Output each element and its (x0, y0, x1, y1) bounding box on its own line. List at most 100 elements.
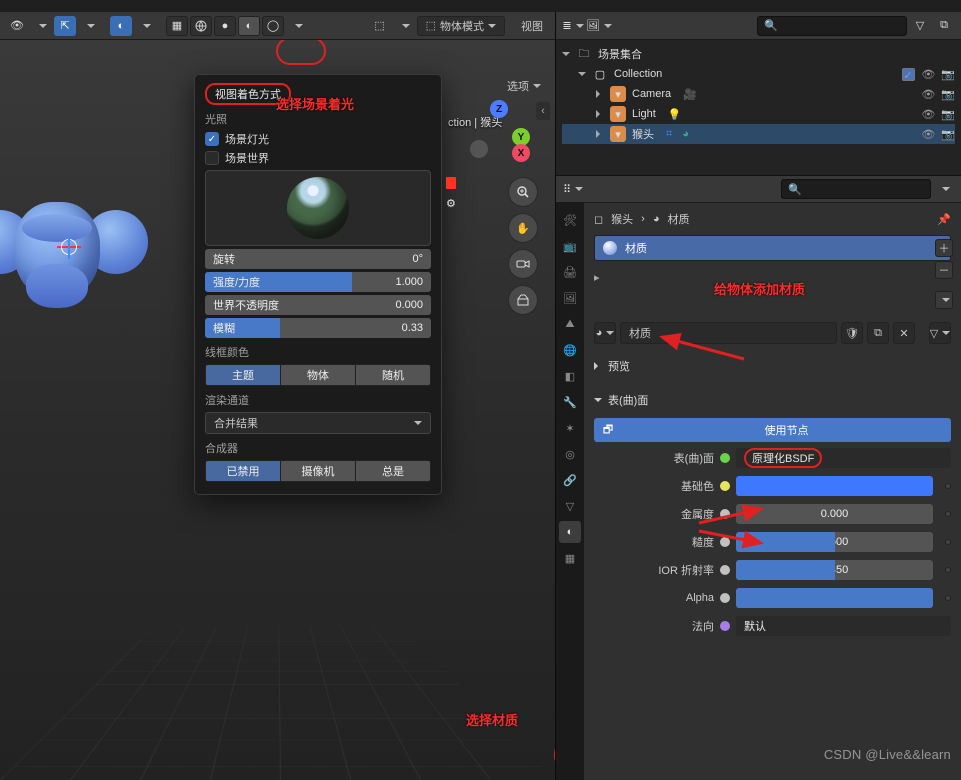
world-opacity-slider[interactable]: 世界不透明度0.000 (205, 295, 431, 315)
pan-icon[interactable]: ✋ (509, 214, 537, 242)
wire-color-group[interactable]: 主题 物体 随机 (205, 364, 431, 386)
breadcrumb: ◻猴头›◕材质 📌 (594, 211, 951, 227)
tab-constraint-icon[interactable]: 🔗 (559, 469, 581, 491)
npanel-collapse[interactable]: ‹ (536, 102, 550, 120)
intensity-slider[interactable]: 强度/力度1.000 (205, 272, 431, 292)
tab-physics-icon[interactable]: ◎ (559, 443, 581, 465)
outliner-item[interactable]: 猴头 (632, 126, 654, 142)
eye-icon[interactable]: 👁 (921, 108, 935, 121)
blur-slider[interactable]: 模糊0.33 (205, 318, 431, 338)
select-tool-icon[interactable]: ⇱ (54, 16, 76, 36)
ortho-toggle-icon[interactable] (509, 286, 537, 314)
tab-texture-icon[interactable]: ▦ (559, 547, 581, 569)
render-pass-dropdown[interactable]: 合并结果 (205, 412, 431, 434)
outliner-item[interactable]: Camera (632, 88, 671, 100)
outliner-search-input[interactable]: 🔍 (757, 16, 907, 36)
tab-material-icon[interactable]: ◐ (559, 521, 581, 543)
camera-view-icon[interactable] (509, 250, 537, 278)
fake-user-icon[interactable]: 🛡 (841, 322, 863, 344)
tab-viewlayer-icon[interactable]: 🖼 (559, 287, 581, 309)
duplicate-icon[interactable]: ⧉ (867, 322, 889, 344)
tab-modifier-icon[interactable]: 🔧 (559, 391, 581, 413)
material-slot[interactable]: 材质 (594, 235, 951, 261)
shader-dropdown[interactable]: 原理化BSDF (736, 448, 951, 468)
tab-data-icon[interactable]: ▽ (559, 495, 581, 517)
3d-viewport[interactable]: 选项 ction | 猴头 ‹ ✋ 视图着色方式 光照 ✓场景灯光 场景世界 ⚙ (0, 40, 555, 780)
pin-icon[interactable]: 📌 (937, 213, 951, 226)
outliner[interactable]: 🗀场景集合 ▢Collection ✓👁📷 ▾Camera🎥 👁📷 ▾Light… (556, 40, 961, 175)
light-data-icon: 💡 (668, 108, 682, 121)
select-dropdown[interactable] (78, 16, 100, 36)
value-socket-icon[interactable] (720, 593, 730, 603)
shading-dropdown[interactable] (286, 16, 308, 36)
shading-wire-icon[interactable] (190, 16, 212, 36)
shading-solid-icon[interactable]: ● (214, 16, 236, 36)
visibility-dropdown[interactable] (30, 16, 52, 36)
render-icon[interactable]: 📷 (941, 108, 955, 121)
material-data-icon: ◕ (682, 128, 689, 140)
compositor-group[interactable]: 已禁用 摄像机 总是 (205, 460, 431, 482)
new-collection-icon[interactable]: ⧉ (933, 16, 955, 36)
render-icon[interactable]: 📷 (941, 128, 955, 141)
gizmo-dropdown[interactable] (134, 16, 156, 36)
scene-world-checkbox[interactable]: 场景世界 (205, 150, 431, 166)
rotate-slider[interactable]: 旋转0° (205, 249, 431, 269)
comp-always: 总是 (356, 461, 430, 481)
tab-render-icon[interactable]: 📺 (559, 235, 581, 257)
shader-socket-icon[interactable] (720, 453, 730, 463)
eye-icon[interactable]: 👁 (921, 68, 935, 81)
normal-dropdown[interactable]: 默认 (736, 616, 951, 636)
gear-icon[interactable]: ⚙ (446, 197, 456, 210)
toggle-visibility-icon[interactable]: 👁 (6, 16, 28, 36)
props-options-icon[interactable] (933, 179, 955, 199)
overlay-icon[interactable]: ▦ (166, 16, 188, 36)
alpha-slider[interactable]: 1.000 (736, 588, 933, 608)
props-search-input[interactable]: 🔍 (781, 179, 931, 199)
gizmo-toggle-icon[interactable]: ◐ (110, 16, 132, 36)
camera-icon: ▾ (610, 86, 626, 102)
tab-tool-icon[interactable]: 🛠 (559, 209, 581, 231)
slot-menu-button[interactable] (935, 291, 953, 309)
outliner-type-icon[interactable]: ≣ (562, 16, 584, 36)
tab-scene-icon[interactable]: ⛰ (559, 313, 581, 335)
base-color-swatch[interactable] (736, 476, 933, 496)
zoom-icon[interactable] (509, 178, 537, 206)
filter-icon[interactable]: ▽ (909, 16, 931, 36)
shading-render-icon[interactable]: ◯ (262, 16, 284, 36)
outliner-item[interactable]: Light (632, 108, 656, 120)
props-type-icon[interactable]: ⠿ (562, 179, 584, 199)
panel-preview[interactable]: 预览 (594, 354, 951, 378)
ior-slider[interactable]: 1.450 (736, 560, 933, 580)
eye-icon[interactable]: 👁 (921, 128, 935, 141)
unlink-icon[interactable]: ✕ (893, 322, 915, 344)
exclude-checkbox[interactable]: ✓ (902, 68, 915, 81)
menu-view[interactable]: 视图 (515, 18, 549, 34)
axis-gizmo[interactable] (468, 100, 530, 162)
annotation-1: 选择场景着光 (276, 94, 354, 113)
hdri-preview[interactable]: ⚙ (205, 170, 431, 246)
shading-matprev-icon[interactable]: ◐ (238, 16, 260, 36)
3d-cursor-icon (57, 235, 81, 259)
value-socket-icon[interactable] (720, 565, 730, 575)
eye-icon[interactable]: 👁 (921, 88, 935, 101)
tab-particles-icon[interactable]: ✶ (559, 417, 581, 439)
material-browse-icon[interactable]: ◕ (594, 322, 616, 344)
add-slot-button[interactable]: ＋ (935, 239, 953, 257)
render-icon[interactable]: 📷 (941, 68, 955, 81)
use-nodes-button[interactable]: 🗗使用节点 (594, 418, 951, 442)
tab-world-icon[interactable]: 🌐 (559, 339, 581, 361)
color-socket-icon[interactable] (720, 481, 730, 491)
node-menu-icon[interactable]: ▽ (929, 322, 951, 344)
tab-output-icon[interactable]: 🖨 (559, 261, 581, 283)
render-icon[interactable]: 📷 (941, 88, 955, 101)
remove-slot-button[interactable]: － (935, 261, 953, 279)
editor-type-icon[interactable]: ⬚ (369, 16, 391, 36)
mode-selector[interactable]: ⬚物体模式 (417, 16, 505, 36)
options-dropdown[interactable]: 选项 (499, 76, 549, 96)
tab-object-icon[interactable]: ◧ (559, 365, 581, 387)
vector-socket-icon[interactable] (720, 621, 730, 631)
render-pass-heading: 渲染通道 (205, 392, 431, 408)
outliner-display-icon[interactable]: 🖼 (586, 16, 612, 36)
scene-light-checkbox[interactable]: ✓场景灯光 (205, 131, 431, 147)
panel-surface[interactable]: 表(曲)面 (594, 388, 951, 412)
